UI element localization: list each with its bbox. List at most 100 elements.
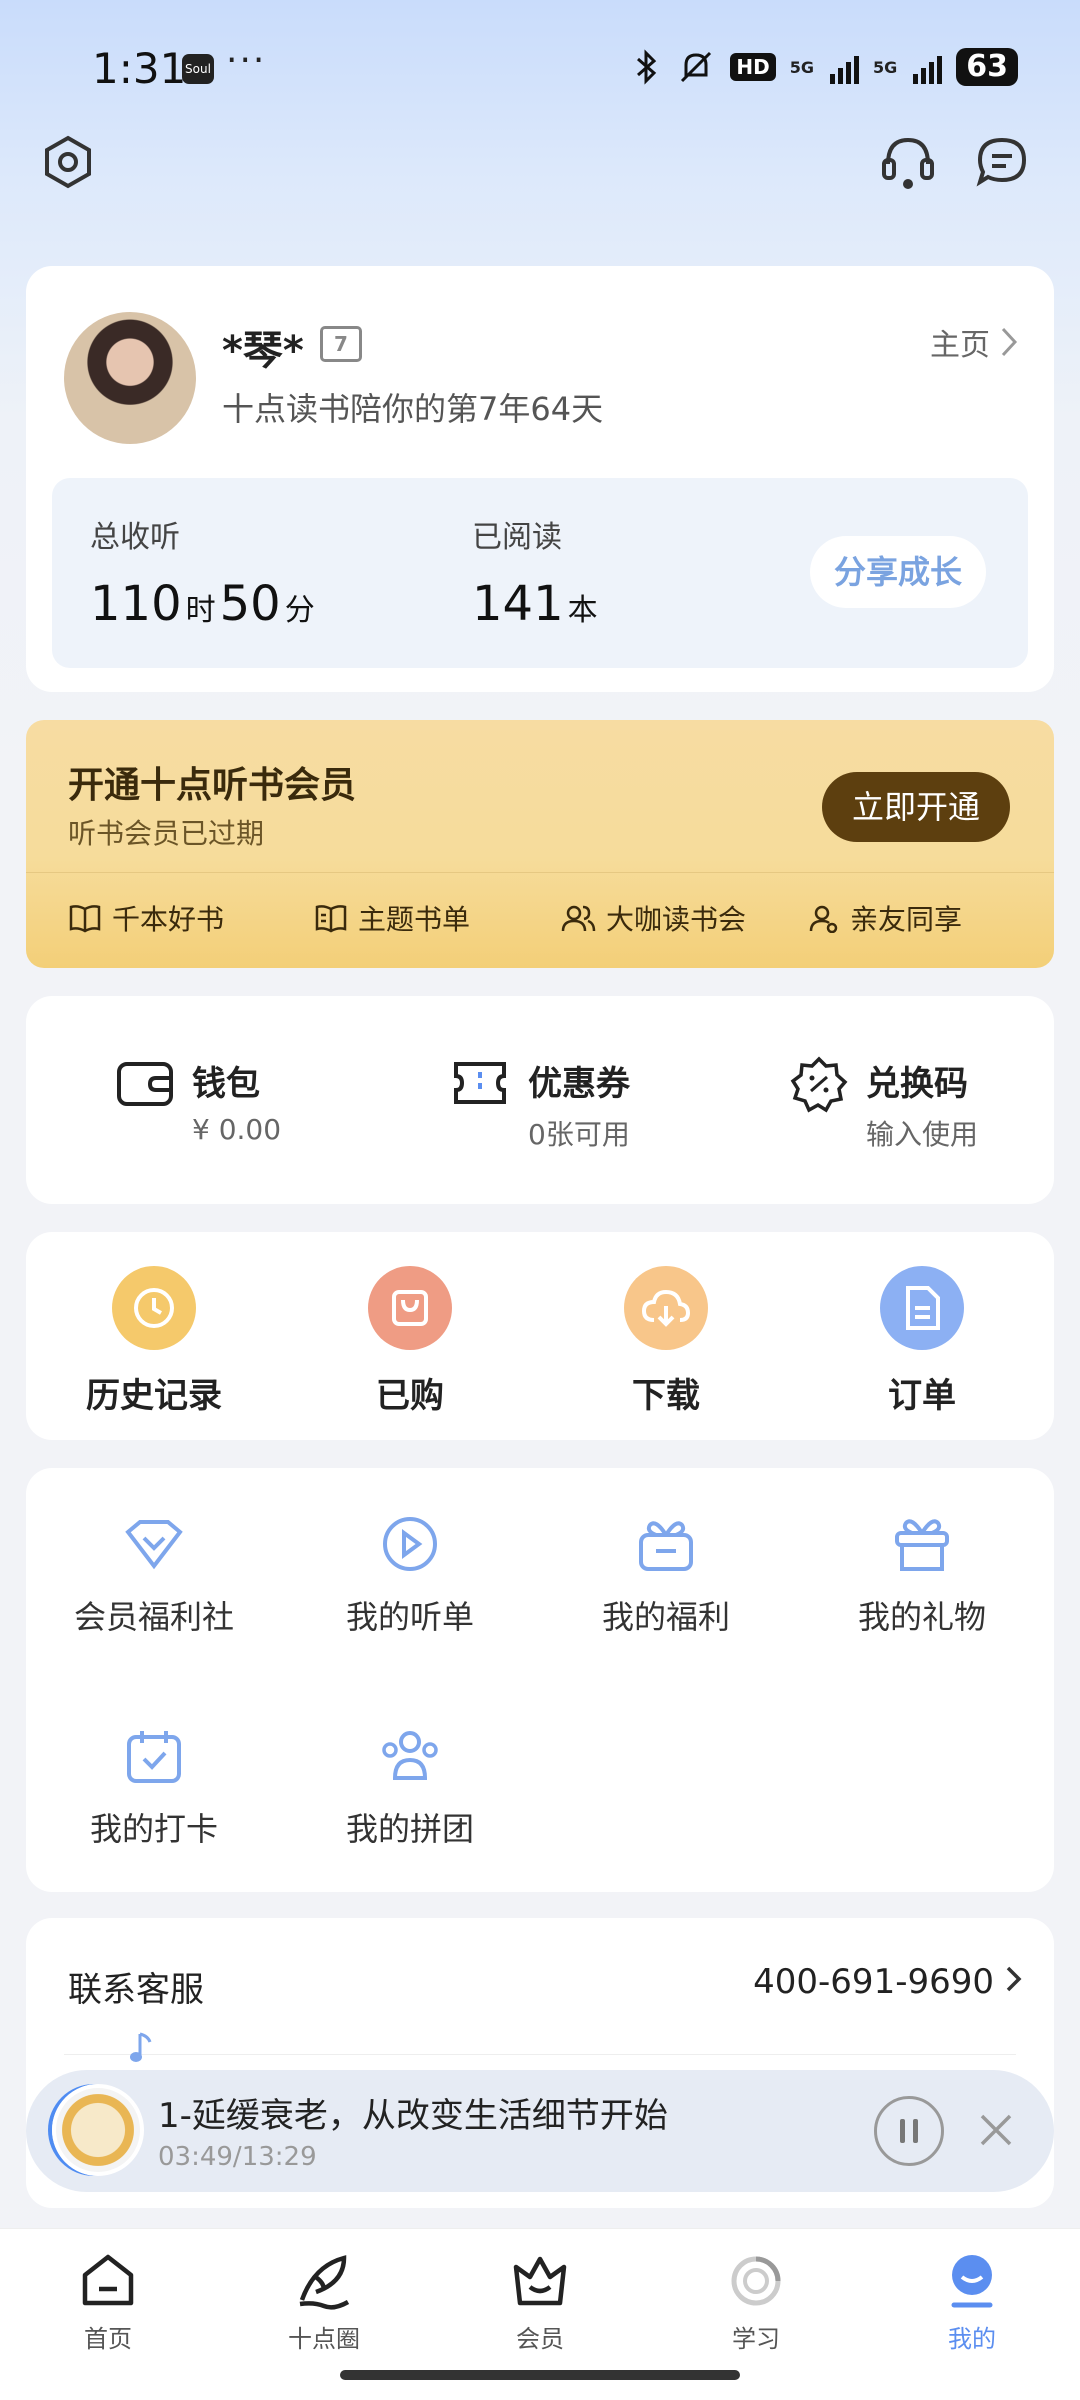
redeem-icon xyxy=(790,1056,848,1113)
wallet-title: 钱包 xyxy=(192,1064,260,1104)
my-playlist[interactable]: 我的听单 xyxy=(300,1512,520,1638)
hour-unit: 时 xyxy=(185,593,216,628)
my-gifts[interactable]: 我的礼物 xyxy=(812,1512,1032,1638)
profile-face-icon xyxy=(940,2249,1004,2313)
book-list-icon xyxy=(315,905,347,933)
close-icon[interactable] xyxy=(976,2110,1016,2150)
users-icon xyxy=(561,905,596,932)
tab-home-label: 首页 xyxy=(84,2325,132,2353)
vip-title: 开通十点听书会员 xyxy=(68,765,357,806)
home-page-link[interactable]: 主页 xyxy=(930,320,1018,364)
tab-study-label: 学习 xyxy=(732,2325,780,2353)
album-cover[interactable] xyxy=(52,2084,144,2176)
vip-welfare-label: 会员福利社 xyxy=(73,1598,234,1636)
read-value: 141 本 xyxy=(472,576,602,632)
contact-phone: 400-691-9690 xyxy=(753,1962,994,2002)
coupon-title: 优惠券 xyxy=(528,1064,630,1104)
settings-icon[interactable] xyxy=(36,130,100,194)
gift-icon xyxy=(890,1512,954,1576)
crown-icon xyxy=(508,2249,572,2313)
contact-divider xyxy=(64,2054,1016,2055)
my-group-buy[interactable]: 我的拼团 xyxy=(300,1724,520,1850)
vip-feature-label: 千本好书 xyxy=(112,903,225,936)
tab-study[interactable]: 学习 xyxy=(686,2249,826,2354)
purchased-label: 已购 xyxy=(376,1376,444,1416)
vip-feature-club[interactable]: 大咖读书会 xyxy=(560,898,746,938)
tab-circle-label: 十点圈 xyxy=(288,2325,360,2353)
wallet-icon xyxy=(117,1062,173,1106)
vip-feature-label: 主题书单 xyxy=(358,903,471,936)
redeem-entry[interactable]: 兑换码 输入使用 xyxy=(790,1056,978,1153)
quick-actions-card: 历史记录 已购 下载 订单 xyxy=(26,1232,1054,1440)
cloud-download-icon xyxy=(624,1266,708,1350)
download-button[interactable]: 下载 xyxy=(566,1266,766,1417)
tab-vip[interactable]: 会员 xyxy=(470,2249,610,2354)
status-indicators: HD 5G 5G 63 xyxy=(632,48,1018,86)
wallet-balance: ¥ 0.00 xyxy=(192,1113,282,1146)
vip-welfare-club[interactable]: 会员福利社 xyxy=(44,1512,264,1638)
tab-mine[interactable]: 我的 xyxy=(902,2249,1042,2354)
vip-feature-label: 大咖读书会 xyxy=(606,903,747,936)
message-icon[interactable] xyxy=(970,130,1034,194)
vip-card[interactable]: 开通十点听书会员 听书会员已过期 立即开通 千本好书 主题书单 大咖读书会 亲友… xyxy=(26,720,1054,968)
share-growth-button[interactable]: 分享成长 xyxy=(810,536,986,608)
tab-home[interactable]: 首页 xyxy=(38,2249,178,2354)
player-track-title: 1-延缓衰老，从改变生活细节开始 xyxy=(158,2096,668,2136)
my-welfare[interactable]: 我的福利 xyxy=(556,1512,776,1638)
vip-feature-share[interactable]: 亲友同享 xyxy=(808,898,962,938)
diamond-icon xyxy=(122,1512,186,1576)
listen-value: 110 时50 分 xyxy=(90,576,319,632)
network-label-2: 5G xyxy=(872,57,898,77)
wallet-entry[interactable]: 钱包 ¥ 0.00 xyxy=(116,1056,281,1146)
tab-vip-label: 会员 xyxy=(516,2325,564,2353)
download-label: 下载 xyxy=(632,1376,700,1416)
tab-mine-label: 我的 xyxy=(948,2325,996,2353)
read-label: 已阅读 xyxy=(472,520,562,555)
read-unit: 本 xyxy=(567,593,598,628)
stats-box: 总收听 110 时50 分 已阅读 141 本 分享成长 xyxy=(52,478,1028,668)
tab-circle[interactable]: 十点圈 xyxy=(254,2249,394,2354)
level-badge-icon: 7 xyxy=(320,326,362,362)
listen-hours: 110 xyxy=(90,576,182,632)
coupon-icon xyxy=(454,1062,506,1104)
status-time: 1:31 xyxy=(92,44,187,93)
avatar[interactable] xyxy=(64,312,196,444)
listen-label: 总收听 xyxy=(90,520,180,555)
redeem-title: 兑换码 xyxy=(866,1064,968,1104)
mini-player[interactable]: 1-延缓衰老，从改变生活细节开始 03:49/13:29 xyxy=(26,2070,1054,2192)
book-icon xyxy=(69,905,101,933)
history-button[interactable]: 历史记录 xyxy=(54,1266,254,1417)
vip-subtitle: 听书会员已过期 xyxy=(68,817,265,850)
soul-app-icon: Soul xyxy=(182,54,214,84)
user-share-icon xyxy=(809,905,838,933)
document-icon xyxy=(880,1266,964,1350)
vip-feature-books[interactable]: 千本好书 xyxy=(68,898,224,938)
calendar-check-icon xyxy=(122,1724,186,1788)
reading-days: 十点读书陪你的第7年64天 xyxy=(222,390,604,428)
home-indicator[interactable] xyxy=(340,2370,740,2380)
vip-feature-label: 亲友同享 xyxy=(850,903,963,936)
my-playlist-label: 我的听单 xyxy=(345,1598,474,1636)
purchased-button[interactable]: 已购 xyxy=(310,1266,510,1417)
bluetooth-icon xyxy=(637,49,657,85)
player-progress-time: 03:49/13:29 xyxy=(158,2142,317,2172)
play-circle-icon xyxy=(378,1512,442,1576)
status-bar: 1:31 Soul ··· HD 5G 5G 63 xyxy=(0,0,1080,140)
vip-feature-theme[interactable]: 主题书单 xyxy=(314,898,470,938)
my-welfare-label: 我的福利 xyxy=(601,1598,730,1636)
my-checkin[interactable]: 我的打卡 xyxy=(44,1724,264,1850)
open-vip-button[interactable]: 立即开通 xyxy=(822,772,1010,842)
minute-unit: 分 xyxy=(284,593,315,628)
pause-button[interactable] xyxy=(874,2096,944,2166)
music-note-icon xyxy=(130,2032,152,2062)
coupon-entry[interactable]: 优惠券 0张可用 xyxy=(450,1056,630,1153)
redeem-hint: 输入使用 xyxy=(866,1118,979,1151)
chevron-right-icon xyxy=(1001,327,1018,357)
my-group-buy-label: 我的拼团 xyxy=(345,1810,474,1848)
wallet-card: 钱包 ¥ 0.00 优惠券 0张可用 兑换码 输入使用 xyxy=(26,996,1054,1204)
hd-badge: HD xyxy=(730,53,776,81)
my-checkin-label: 我的打卡 xyxy=(89,1810,218,1848)
battery-indicator: 63 xyxy=(956,48,1018,86)
orders-button[interactable]: 订单 xyxy=(822,1266,1022,1417)
customer-service-icon[interactable] xyxy=(876,130,940,194)
